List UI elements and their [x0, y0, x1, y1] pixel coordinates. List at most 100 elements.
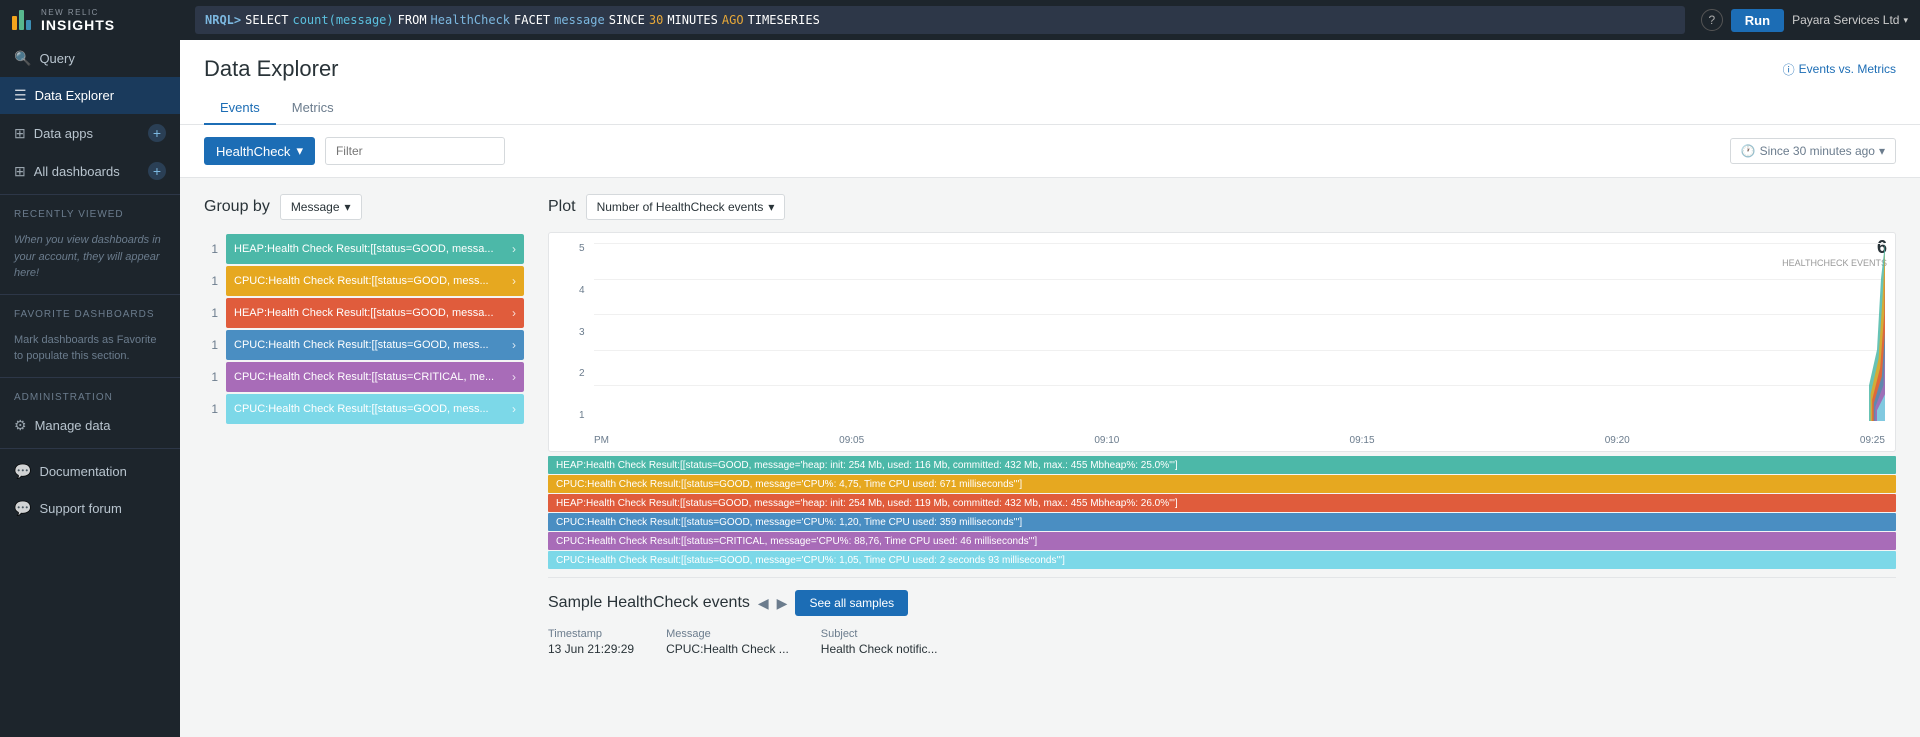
x-tick: 09:25	[1860, 435, 1885, 446]
x-tick: 09:20	[1605, 435, 1630, 446]
grid-line-2	[594, 350, 1885, 351]
filter-input[interactable]	[325, 137, 505, 165]
sidebar-item-all-dashboards[interactable]: ⊞ All dashboards +	[0, 152, 180, 190]
result-num: 1	[204, 242, 218, 256]
sample-field-label: Subject	[821, 628, 938, 640]
result-bar[interactable]: HEAP:Health Check Result:[[status=GOOD, …	[226, 298, 524, 328]
sample-field-value: Health Check notific...	[821, 642, 938, 656]
sidebar-item-query[interactable]: 🔍 Query	[0, 40, 180, 77]
healthcheck-chevron-icon: ▾	[296, 143, 303, 159]
result-item: 1 CPUC:Health Check Result:[[status=GOOD…	[204, 266, 524, 296]
timeline-area: HEAP:Health Check Result:[[status=GOOD, …	[548, 456, 1896, 569]
y-tick: 2	[579, 368, 585, 379]
result-bar[interactable]: CPUC:Health Check Result:[[status=GOOD, …	[226, 330, 524, 360]
sample-fields: Timestamp 13 Jun 21:29:29 Message CPUC:H…	[548, 628, 1896, 656]
result-item: 1 CPUC:Health Check Result:[[status=GOOD…	[204, 394, 524, 424]
grid-line-5	[594, 243, 1885, 244]
result-list: 1 HEAP:Health Check Result:[[status=GOOD…	[204, 234, 524, 424]
filter-bar: HealthCheck ▾ 🕐 Since 30 minutes ago ▾	[180, 125, 1920, 178]
timeline-event[interactable]: CPUC:Health Check Result:[[status=GOOD, …	[548, 513, 1896, 531]
events-vs-metrics-label: Events vs. Metrics	[1799, 62, 1896, 76]
result-item: 1 HEAP:Health Check Result:[[status=GOOD…	[204, 234, 524, 264]
result-bar[interactable]: HEAP:Health Check Result:[[status=GOOD, …	[226, 234, 524, 264]
add-dashboard-button[interactable]: +	[148, 162, 166, 180]
y-tick: 4	[579, 285, 585, 296]
events-vs-metrics-link[interactable]: ⓘ Events vs. Metrics	[1783, 61, 1896, 78]
add-data-apps-button[interactable]: +	[148, 124, 166, 142]
nrql-since-val: 30	[649, 13, 663, 27]
help-button[interactable]: ?	[1701, 9, 1723, 31]
result-bar-text: HEAP:Health Check Result:[[status=GOOD, …	[234, 243, 512, 255]
chart-area	[594, 243, 1885, 421]
group-by-value: Message	[291, 200, 340, 214]
favorite-dashboards-text: Mark dashboards as Favorite to populate …	[0, 324, 180, 373]
sidebar: 🔍 Query ☰ Data Explorer ⊞ Data apps + ⊞ …	[0, 40, 180, 737]
sidebar-item-manage-data[interactable]: ⚙ Manage data	[0, 407, 180, 444]
nrql-bar[interactable]: NRQL> SELECT count(message) FROM HealthC…	[195, 6, 1685, 34]
timeline-event[interactable]: HEAP:Health Check Result:[[status=GOOD, …	[548, 456, 1896, 474]
chart-lines	[594, 243, 1885, 421]
plot-header: Plot Number of HealthCheck events ▾	[548, 194, 1896, 220]
sample-field-value: 13 Jun 21:29:29	[548, 642, 634, 656]
x-tick: PM	[594, 435, 609, 446]
favorite-dashboards-section: FAVORITE DASHBOARDS	[0, 299, 180, 324]
recently-viewed-text: When you view dashboards in your account…	[0, 224, 180, 290]
time-selector[interactable]: 🕐 Since 30 minutes ago ▾	[1730, 138, 1896, 164]
healthcheck-button[interactable]: HealthCheck ▾	[204, 137, 315, 165]
prev-sample-button[interactable]: ◀	[758, 595, 769, 612]
timeline-event[interactable]: HEAP:Health Check Result:[[status=GOOD, …	[548, 494, 1896, 512]
nrql-prompt: NRQL>	[205, 13, 241, 27]
sidebar-label-all-dashboards: All dashboards	[34, 164, 120, 179]
see-all-samples-button[interactable]: See all samples	[795, 590, 908, 616]
x-tick: 09:05	[839, 435, 864, 446]
admin-section: ADMINISTRATION	[0, 382, 180, 407]
top-right: ? Run Payara Services Ltd ▾	[1701, 9, 1908, 32]
sample-section: Sample HealthCheck events ◀ ▶ See all sa…	[548, 577, 1896, 656]
time-label: Since 30 minutes ago	[1760, 144, 1875, 158]
sample-field: Subject Health Check notific...	[821, 628, 938, 656]
right-panel: Plot Number of HealthCheck events ▾ 6 HE…	[548, 194, 1896, 721]
result-bar[interactable]: CPUC:Health Check Result:[[status=CRITIC…	[226, 362, 524, 392]
sidebar-item-support-forum[interactable]: 💬 Support forum	[0, 490, 180, 527]
chevron-down-icon: ▾	[1903, 15, 1908, 26]
chart-container: 6 HEALTHCHECK EVENTS 54321	[548, 232, 1896, 452]
result-item: 1 CPUC:Health Check Result:[[status=CRIT…	[204, 362, 524, 392]
timeline-event[interactable]: CPUC:Health Check Result:[[status=GOOD, …	[548, 551, 1896, 569]
sidebar-item-data-explorer[interactable]: ☰ Data Explorer	[0, 77, 180, 114]
nrql-since: SINCE	[609, 13, 645, 27]
tab-events[interactable]: Events	[204, 92, 276, 125]
grid-line-4	[594, 279, 1885, 280]
sidebar-item-documentation[interactable]: 💬 Documentation	[0, 453, 180, 490]
sidebar-label-support-forum: Support forum	[39, 501, 121, 516]
account-name: Payara Services Ltd	[1792, 13, 1899, 27]
query-icon: 🔍	[14, 50, 31, 67]
timeline-event[interactable]: CPUC:Health Check Result:[[status=GOOD, …	[548, 475, 1896, 493]
nrql-facet: FACET	[514, 13, 550, 27]
result-bar-text: CPUC:Health Check Result:[[status=GOOD, …	[234, 275, 512, 287]
account-selector[interactable]: Payara Services Ltd ▾	[1792, 13, 1908, 27]
main-layout: 🔍 Query ☰ Data Explorer ⊞ Data apps + ⊞ …	[0, 40, 1920, 737]
next-sample-button[interactable]: ▶	[777, 595, 788, 612]
left-panel: Group by Message ▾ 1 HEAP:Health Check R…	[204, 194, 524, 721]
sidebar-item-data-apps[interactable]: ⊞ Data apps +	[0, 114, 180, 152]
nrql-table: HealthCheck	[431, 13, 510, 27]
documentation-icon: 💬	[14, 463, 31, 480]
timeline-event[interactable]: CPUC:Health Check Result:[[status=CRITIC…	[548, 532, 1896, 550]
all-dashboards-icon: ⊞	[14, 163, 26, 180]
sidebar-label-query: Query	[39, 51, 74, 66]
result-bar[interactable]: CPUC:Health Check Result:[[status=GOOD, …	[226, 266, 524, 296]
group-by-chevron-icon: ▾	[345, 200, 351, 214]
grid-line-1	[594, 385, 1885, 386]
plot-metric-dropdown[interactable]: Number of HealthCheck events ▾	[586, 194, 786, 220]
result-num: 1	[204, 274, 218, 288]
x-tick: 09:10	[1094, 435, 1119, 446]
result-bar[interactable]: CPUC:Health Check Result:[[status=GOOD, …	[226, 394, 524, 424]
sidebar-divider-2	[0, 294, 180, 295]
run-button[interactable]: Run	[1731, 9, 1784, 32]
tab-metrics[interactable]: Metrics	[276, 92, 350, 125]
sample-field: Timestamp 13 Jun 21:29:29	[548, 628, 634, 656]
nrql-timeseries: TIMESERIES	[748, 13, 820, 27]
sidebar-label-data-apps: Data apps	[34, 126, 93, 141]
group-by-dropdown[interactable]: Message ▾	[280, 194, 362, 220]
result-bar-text: CPUC:Health Check Result:[[status=GOOD, …	[234, 339, 512, 351]
